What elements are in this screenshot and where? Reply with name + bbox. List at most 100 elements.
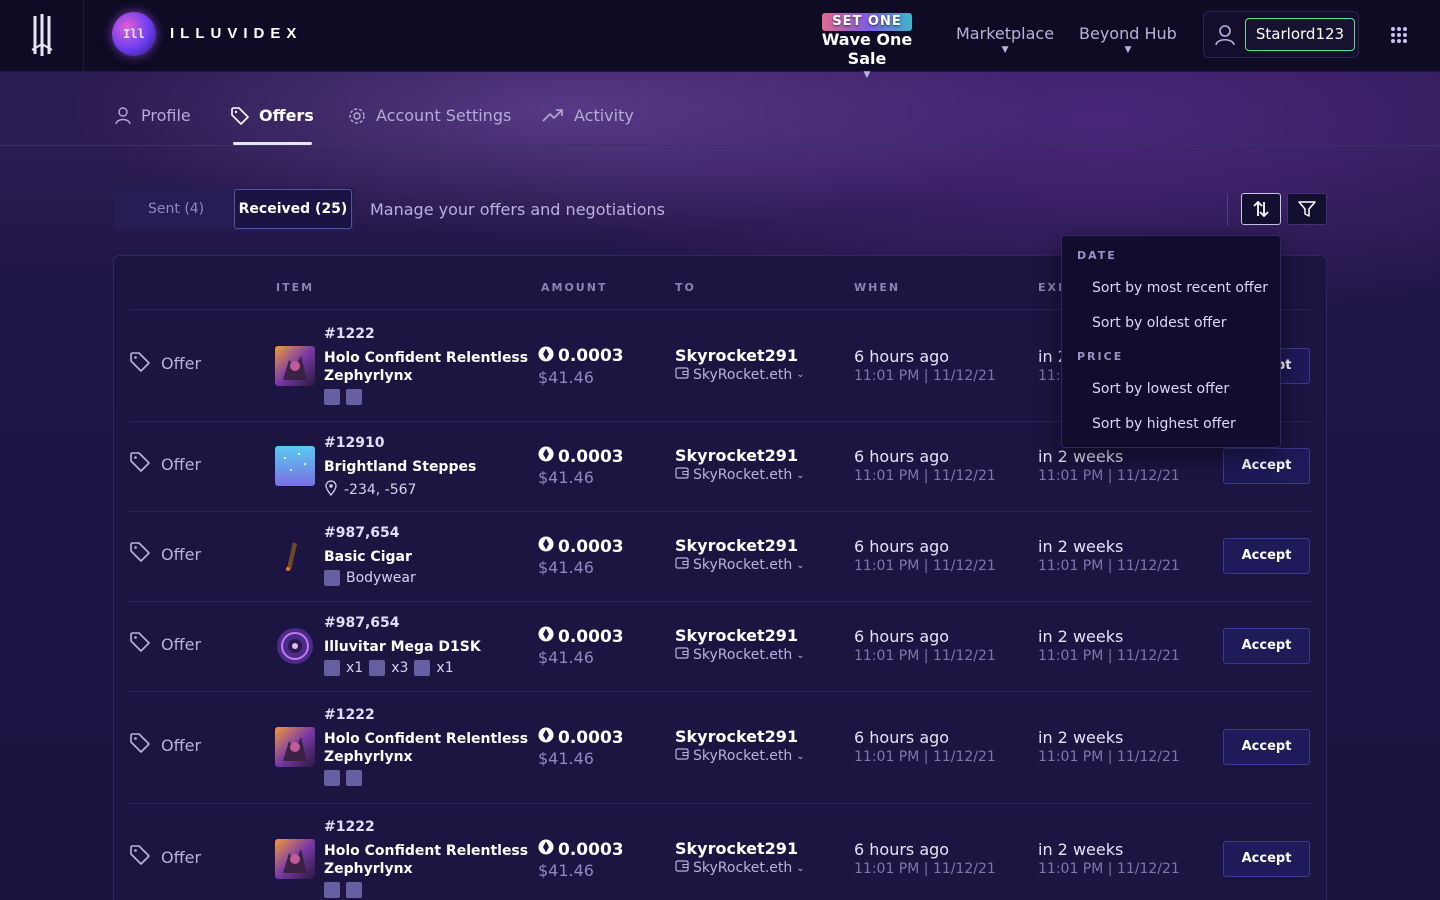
item-id[interactable]: #1222 — [324, 819, 375, 835]
tag-icon — [129, 451, 151, 477]
offer-type-label: Offer — [161, 735, 202, 755]
sort-dropdown-menu: DATE Sort by most recent offer Sort by o… — [1061, 235, 1281, 448]
tab-activity[interactable]: Activity — [542, 106, 634, 146]
recipient-wallet[interactable]: SkyRocket.eth ⌄ — [675, 748, 805, 764]
nav-beyond-hub[interactable]: Beyond Hub ▼ — [1079, 24, 1177, 55]
affinity-icon — [324, 389, 340, 405]
illuvidex-logo[interactable]: Ill — [112, 12, 156, 56]
recipient-wallet[interactable]: SkyRocket.eth ⌄ — [675, 467, 805, 483]
offer-when-time: 11:01 PM | 11/12/21 — [854, 558, 996, 574]
item-thumbnail[interactable] — [275, 536, 315, 576]
recipient-name[interactable]: Skyrocket291 — [675, 727, 798, 746]
offer-amount-value: 0.0003 — [558, 839, 624, 860]
offer-type: Offer — [129, 631, 201, 657]
tag-icon — [129, 541, 151, 567]
sale-badge: SET ONE — [822, 13, 912, 31]
item-bundle-contents: x1 x3 x1 — [324, 660, 454, 676]
wallet-icon — [675, 647, 689, 663]
item-id[interactable]: #1222 — [324, 707, 375, 723]
offer-type: Offer — [129, 541, 201, 567]
item-name[interactable]: Holo Confident Relentless Zephyrlynx — [324, 349, 534, 385]
sent-offers-tab[interactable]: Sent (4) — [148, 201, 204, 217]
item-name[interactable]: Basic Cigar — [324, 548, 534, 566]
accept-offer-button[interactable]: Accept — [1223, 628, 1310, 664]
offer-type: Offer — [129, 844, 201, 870]
item-id[interactable]: #987,654 — [324, 525, 400, 541]
offer-when-time: 11:01 PM | 11/12/21 — [854, 468, 996, 484]
recipient-name[interactable]: Skyrocket291 — [675, 626, 798, 645]
tab-account-settings-label: Account Settings — [376, 106, 512, 125]
logo-text: Ill — [123, 27, 145, 41]
offer-type: Offer — [129, 451, 201, 477]
item-name[interactable]: Holo Confident Relentless Zephyrlynx — [324, 730, 534, 766]
offer-amount-value: 0.0003 — [558, 536, 624, 557]
recipient-wallet[interactable]: SkyRocket.eth ⌄ — [675, 557, 805, 573]
recipient-name[interactable]: Skyrocket291 — [675, 446, 798, 465]
table-row[interactable]: Offer #987,654 Basic Cigar Bodywear 0.00… — [129, 511, 1311, 601]
item-thumbnail[interactable] — [275, 626, 315, 666]
table-row[interactable]: Offer #987,654 Illuvitar Mega D1SK x1 x3 x… — [129, 601, 1311, 691]
item-name[interactable]: Illuvitar Mega D1SK — [324, 638, 534, 656]
sort-most-recent-option[interactable]: Sort by most recent offer — [1092, 280, 1268, 296]
offer-when: 6 hours ago — [854, 627, 950, 646]
bundle-count: x1 — [436, 660, 454, 676]
recipient-wallet[interactable]: SkyRocket.eth ⌄ — [675, 860, 805, 876]
item-name[interactable]: Brightland Steppes — [324, 458, 534, 476]
recipient-wallet-label: SkyRocket.eth — [693, 860, 793, 876]
nav-marketplace[interactable]: Marketplace ▼ — [956, 24, 1054, 55]
item-id[interactable]: #987,654 — [324, 615, 400, 631]
sort-oldest-option[interactable]: Sort by oldest offer — [1092, 315, 1227, 331]
accept-offer-button[interactable]: Accept — [1223, 448, 1310, 484]
item-name[interactable]: Holo Confident Relentless Zephyrlynx — [324, 842, 534, 878]
user-account-menu[interactable]: Starlord123 — [1203, 11, 1359, 58]
sort-lowest-option[interactable]: Sort by lowest offer — [1092, 381, 1229, 397]
accept-offer-button[interactable]: Accept — [1223, 729, 1310, 765]
offers-segmented-control: Sent (4) Received (25) — [113, 187, 355, 231]
tab-activity-label: Activity — [574, 106, 634, 125]
tag-icon — [129, 631, 151, 657]
item-thumbnail[interactable] — [275, 727, 315, 767]
item-thumbnail[interactable] — [275, 345, 315, 386]
offer-expires-time: 11:01 PM | 11/12/21 — [1038, 861, 1180, 877]
eth-coin-icon — [538, 536, 554, 557]
offer-amount-value: 0.0003 — [558, 727, 624, 748]
nav-wave-one-sale[interactable]: SET ONE Wave One Sale ▼ — [800, 10, 934, 80]
filter-button[interactable] — [1287, 193, 1327, 225]
tab-profile[interactable]: Profile — [115, 106, 191, 146]
apps-grid-icon[interactable] — [1390, 26, 1408, 44]
received-offers-tab[interactable]: Received (25) — [234, 189, 352, 229]
item-id[interactable]: #1222 — [324, 326, 375, 342]
offer-amount: 0.0003 — [538, 839, 624, 860]
item-affinity-icons — [324, 882, 362, 898]
chevron-down-icon: ▼ — [1001, 45, 1009, 55]
offer-amount: 0.0003 — [538, 536, 624, 557]
item-thumbnail[interactable] — [275, 446, 315, 486]
tab-profile-label: Profile — [141, 106, 191, 125]
illuvium-mark-icon[interactable] — [30, 14, 54, 56]
brand-name[interactable]: ILLUVIDEX — [170, 25, 302, 42]
offer-amount-usd: $41.46 — [538, 468, 594, 487]
recipient-wallet[interactable]: SkyRocket.eth ⌄ — [675, 647, 805, 663]
sort-button[interactable] — [1241, 193, 1281, 225]
tag-icon — [231, 107, 249, 125]
sort-highest-option[interactable]: Sort by highest offer — [1092, 416, 1236, 432]
tag-icon — [129, 732, 151, 758]
item-id[interactable]: #12910 — [324, 435, 384, 451]
tab-offers[interactable]: Offers — [231, 106, 314, 146]
recipient-name[interactable]: Skyrocket291 — [675, 536, 798, 555]
recipient-name[interactable]: Skyrocket291 — [675, 839, 798, 858]
recipient-name[interactable]: Skyrocket291 — [675, 346, 798, 365]
accept-offer-button[interactable]: Accept — [1223, 538, 1310, 574]
item-thumbnail[interactable] — [275, 839, 315, 879]
tab-account-settings[interactable]: Account Settings — [348, 106, 511, 146]
eth-coin-icon — [538, 626, 554, 647]
bundle-count: x3 — [391, 660, 409, 676]
offer-amount-usd: $41.46 — [538, 749, 594, 768]
offer-expires: in 2 weeks — [1038, 627, 1124, 646]
accept-offer-button[interactable]: Accept — [1223, 841, 1310, 877]
recipient-wallet-label: SkyRocket.eth — [693, 366, 793, 383]
table-row[interactable]: Offer #1222 Holo Confident Relentless Ze… — [129, 691, 1311, 803]
recipient-wallet[interactable]: SkyRocket.eth ⌄ — [675, 367, 805, 383]
item-affinity-icons — [324, 389, 362, 405]
table-row[interactable]: Offer #1222 Holo Confident Relentless Ze… — [129, 803, 1311, 900]
